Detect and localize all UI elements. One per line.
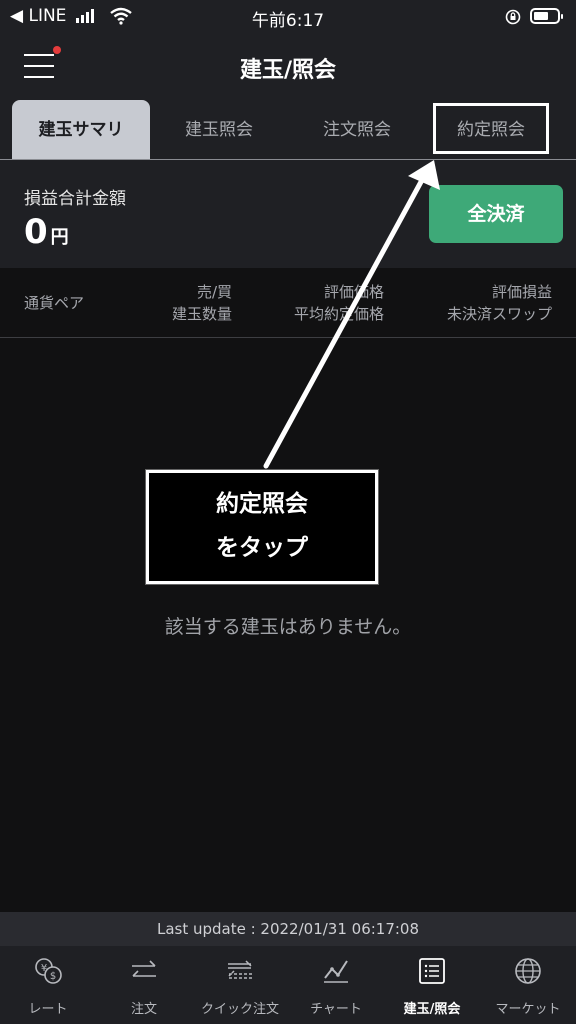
chart-icon	[324, 960, 348, 983]
nav-quick-order-label: クイック注文	[200, 1002, 279, 1017]
position-list-icon	[419, 958, 445, 984]
nav-chart[interactable]: チャート	[288, 946, 384, 1024]
nav-market-label: マーケット	[495, 1002, 561, 1017]
nav-rate-label: レート	[28, 1002, 68, 1017]
nav-rate[interactable]: ¥ $ レート	[0, 946, 96, 1024]
nav-chart-label: チャート	[310, 1002, 362, 1017]
annotation-text: 約定照会 をタップ	[146, 482, 378, 570]
svg-text:$: $	[50, 971, 56, 982]
nav-positions-label: 建玉/照会	[403, 1002, 461, 1017]
nav-positions[interactable]: 建玉/照会	[384, 946, 480, 1024]
annotation-line-2: をタップ	[216, 535, 308, 561]
bottom-navigation: ¥ $ レート 注文 クイック注文 チャート 建玉/照会 マーケット	[0, 946, 576, 1024]
nav-order-label: 注文	[130, 1002, 157, 1017]
currency-exchange-icon: ¥ $	[35, 958, 62, 984]
annotation-line-1: 約定照会	[216, 491, 308, 517]
quick-order-icon	[228, 960, 252, 979]
globe-icon	[515, 958, 541, 984]
nav-order[interactable]: 注文	[96, 946, 192, 1024]
order-arrows-icon	[132, 960, 156, 977]
last-update: Last update : 2022/01/31 06:17:08	[0, 912, 576, 946]
nav-market[interactable]: マーケット	[480, 946, 576, 1024]
nav-quick-order[interactable]: クイック注文	[192, 946, 288, 1024]
